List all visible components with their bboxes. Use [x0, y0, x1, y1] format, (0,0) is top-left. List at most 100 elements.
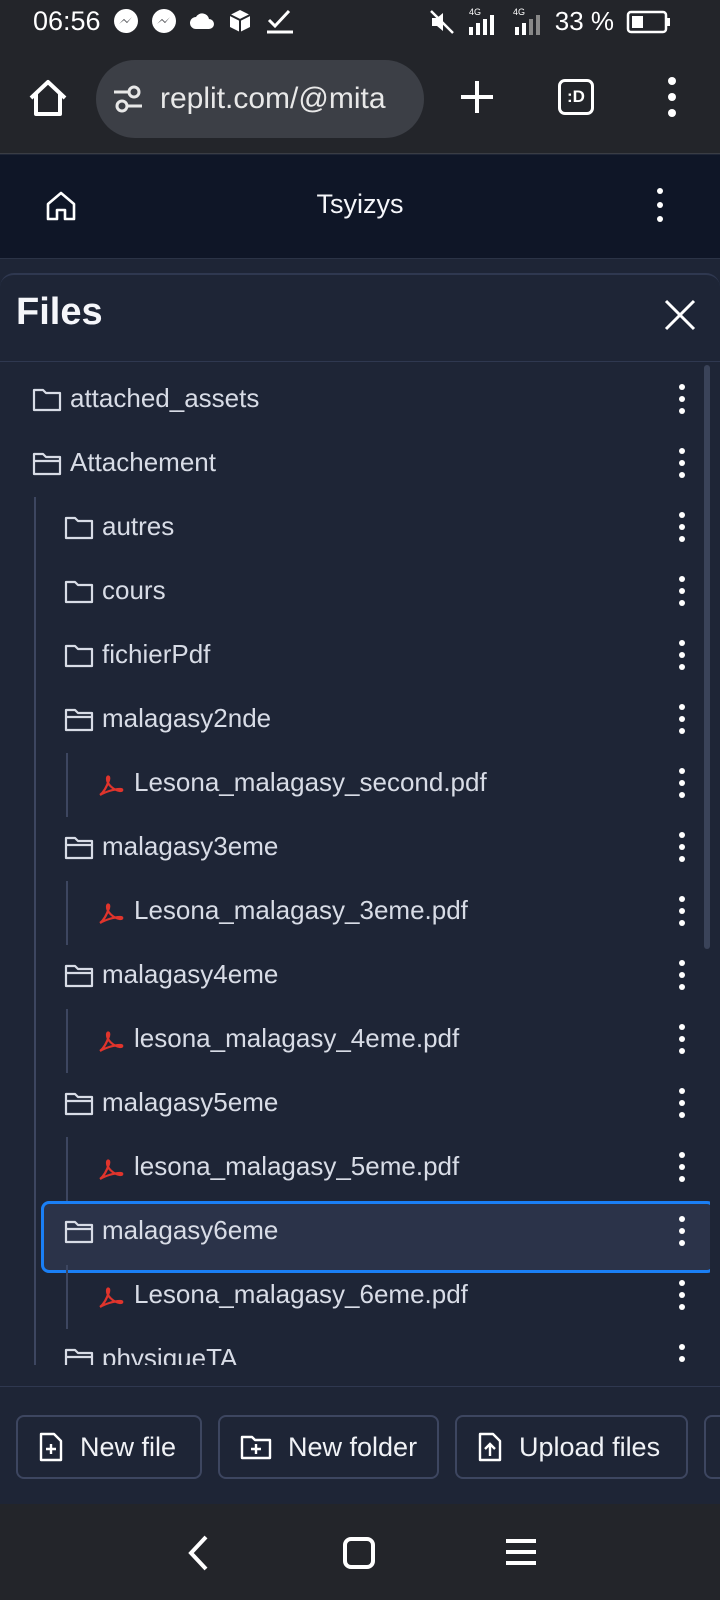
tree-item-label: Attachement: [70, 447, 216, 477]
battery-icon: [626, 10, 670, 33]
tab-switcher-button[interactable]: :D: [558, 79, 594, 115]
replit-header: Tsyizys: [0, 155, 720, 259]
file-row[interactable]: lesona_malagasy_4eme.pdf: [0, 1009, 710, 1073]
tree-item-label: lesona_malagasy_5eme.pdf: [134, 1151, 460, 1181]
battery-percent: 33 %: [554, 6, 614, 36]
tree-item-label: malagasy2nde: [102, 703, 272, 733]
pdf-icon: [99, 903, 124, 924]
item-more-icon[interactable]: [676, 1277, 688, 1313]
tree-item-label: fichierPdf: [102, 639, 211, 669]
item-more-icon[interactable]: [676, 509, 688, 545]
more-icon[interactable]: [648, 185, 672, 225]
browser-home-icon[interactable]: [26, 76, 70, 120]
messenger-icon: [114, 9, 138, 33]
recent-apps-icon[interactable]: [504, 1538, 538, 1566]
new-file-label: New file: [80, 1431, 177, 1462]
tree-item-label: attached_assets: [70, 383, 260, 413]
tree-item-label: Lesona_malagasy_6eme.pdf: [134, 1279, 468, 1309]
item-more-icon[interactable]: [676, 637, 688, 673]
folder-open-icon: [64, 1348, 94, 1365]
browser-toolbar: replit.com/@mita :D: [0, 46, 720, 154]
indent-guide: [66, 1137, 68, 1201]
item-more-icon[interactable]: [676, 1021, 688, 1057]
folder-row[interactable]: malagasy5eme: [0, 1073, 710, 1137]
item-more-icon[interactable]: [676, 765, 688, 801]
upload-files-button[interactable]: Upload files: [455, 1415, 688, 1479]
folder-row[interactable]: Attachement: [0, 433, 710, 497]
tree-item-label: physiqueTA: [102, 1343, 238, 1365]
folder-icon: [64, 644, 94, 668]
item-more-icon[interactable]: [676, 573, 688, 609]
pdf-icon: [99, 1287, 124, 1308]
file-row[interactable]: Lesona_malagasy_6eme.pdf: [0, 1265, 710, 1329]
item-more-icon[interactable]: [676, 893, 688, 929]
folder-open-icon: [64, 1220, 94, 1244]
upload-files-label: Upload files: [519, 1431, 661, 1462]
item-more-icon[interactable]: [676, 1149, 688, 1185]
file-row[interactable]: lesona_malagasy_5eme.pdf: [0, 1137, 710, 1201]
file-row[interactable]: Lesona_malagasy_second.pdf: [0, 753, 710, 817]
folder-open-icon: [64, 1092, 94, 1116]
file-row[interactable]: Lesona_malagasy_3eme.pdf: [0, 881, 710, 945]
file-actions-bar: New file New folder Upload files: [0, 1386, 720, 1504]
status-bar: 06:56 4G 4G 33 %: [0, 0, 720, 46]
item-more-icon[interactable]: [676, 701, 688, 737]
upload-icon: [478, 1432, 502, 1462]
new-folder-label: New folder: [288, 1431, 418, 1462]
signal-icon: 4G: [468, 7, 494, 35]
messenger-icon: [152, 9, 176, 33]
indent-guide: [66, 1265, 68, 1329]
indent-guide: [34, 497, 36, 1365]
address-bar[interactable]: replit.com/@mita: [96, 60, 424, 138]
panel-title: Files: [16, 291, 103, 333]
folder-open-icon: [32, 452, 62, 476]
folder-row[interactable]: cours: [0, 561, 710, 625]
folder-row[interactable]: fichierPdf: [0, 625, 710, 689]
folder-icon: [32, 388, 62, 412]
folder-row[interactable]: autres: [0, 497, 710, 561]
folder-open-icon: [64, 708, 94, 732]
item-more-icon[interactable]: [676, 957, 688, 993]
home-nav-icon[interactable]: [342, 1536, 376, 1570]
tree-item-label: cours: [102, 575, 166, 605]
folder-row[interactable]: attached_assets: [0, 369, 710, 433]
url-text: replit.com/@mita: [160, 82, 386, 115]
browser-menu-icon[interactable]: [660, 74, 684, 120]
folder-row[interactable]: malagasy3eme: [0, 817, 710, 881]
clock: 06:56: [33, 6, 101, 36]
tree-item-label: Lesona_malagasy_3eme.pdf: [134, 895, 468, 925]
signal-icon: 4G: [513, 7, 540, 35]
tree-item-label: malagasy3eme: [102, 831, 279, 861]
item-more-icon[interactable]: [676, 1341, 688, 1365]
tree-item-label: malagasy5eme: [102, 1087, 279, 1117]
indent-guide: [66, 753, 68, 817]
more-actions-button[interactable]: [704, 1415, 720, 1479]
folder-row[interactable]: malagasy6eme: [0, 1201, 710, 1273]
pdf-icon: [99, 1159, 124, 1180]
tree-item-label: lesona_malagasy_4eme.pdf: [134, 1023, 460, 1053]
folder-row[interactable]: physiqueTA: [0, 1329, 710, 1365]
repl-title[interactable]: Tsyizys: [0, 189, 720, 220]
pdf-icon: [99, 775, 124, 796]
mute-icon: [429, 9, 454, 34]
item-more-icon[interactable]: [676, 381, 688, 417]
folder-row[interactable]: malagasy4eme: [0, 945, 710, 1009]
svg-text:4G: 4G: [469, 7, 481, 17]
site-settings-icon[interactable]: [112, 84, 144, 114]
scrollbar[interactable]: [704, 365, 710, 949]
folder-open-icon: [64, 964, 94, 988]
folder-open-icon: [64, 836, 94, 860]
cube-icon: [229, 10, 251, 32]
close-icon[interactable]: [662, 297, 698, 333]
item-more-icon[interactable]: [676, 445, 688, 481]
folder-icon: [64, 516, 94, 540]
item-more-icon[interactable]: [676, 1213, 688, 1249]
folder-row[interactable]: malagasy2nde: [0, 689, 710, 753]
item-more-icon[interactable]: [676, 829, 688, 865]
item-more-icon[interactable]: [676, 1085, 688, 1121]
new-tab-icon[interactable]: [456, 76, 498, 118]
new-file-button[interactable]: New file: [16, 1415, 202, 1479]
folder-icon: [64, 580, 94, 604]
back-icon[interactable]: [186, 1534, 212, 1572]
new-folder-button[interactable]: New folder: [218, 1415, 439, 1479]
